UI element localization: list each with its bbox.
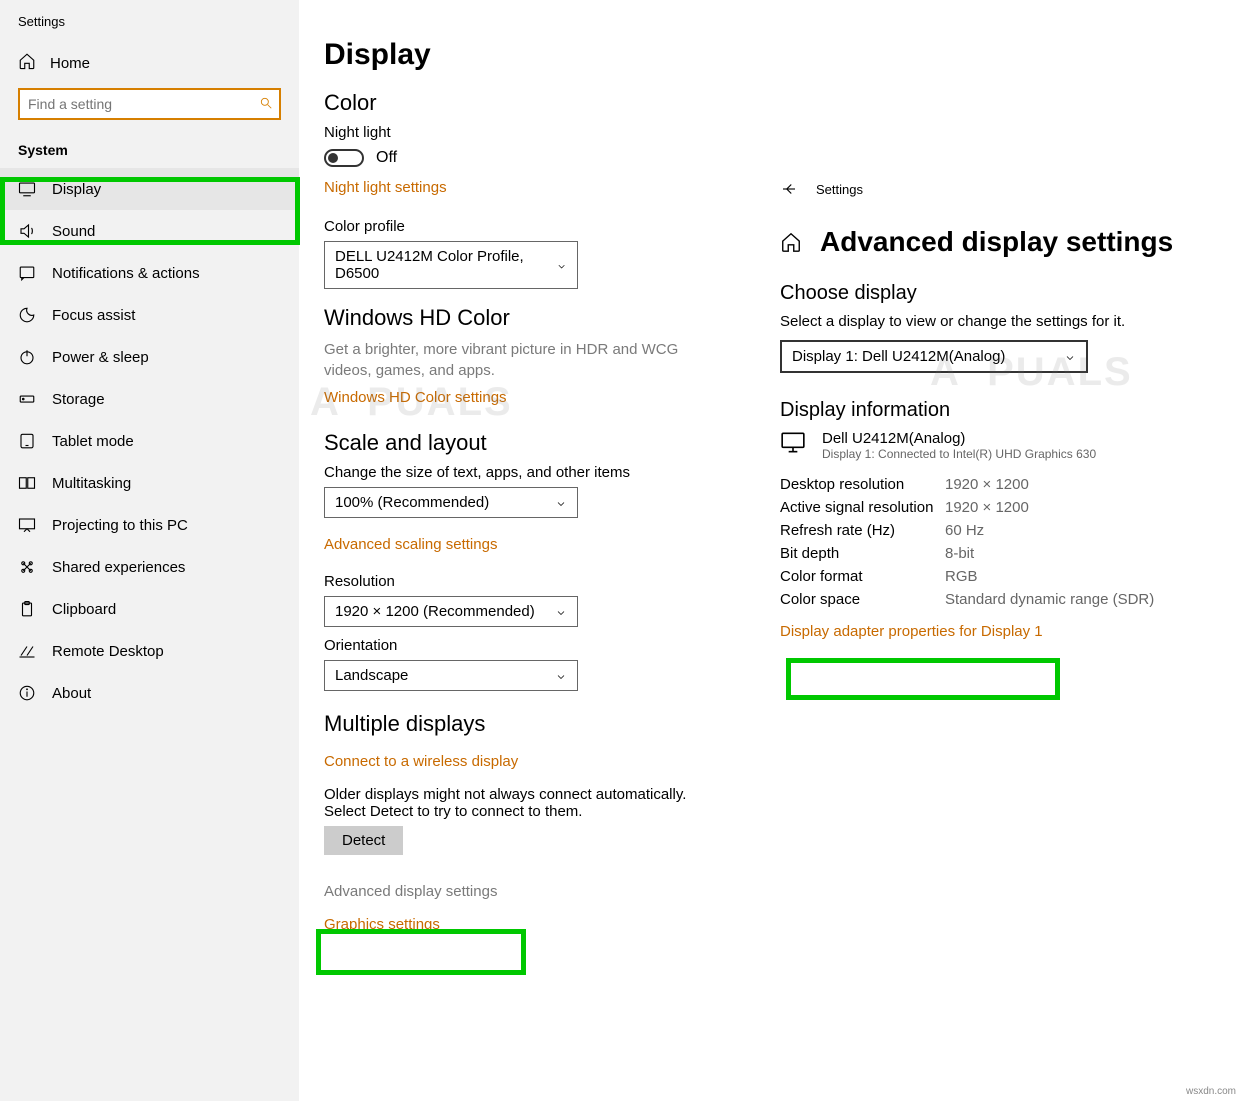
- sidebar-item-label: Sound: [52, 223, 95, 240]
- night-light-toggle[interactable]: [324, 149, 364, 167]
- info-row: Bit depth8-bit: [780, 542, 1230, 565]
- orientation-dropdown[interactable]: Landscape: [324, 660, 578, 691]
- back-arrow-icon[interactable]: [780, 180, 798, 198]
- scale-dropdown[interactable]: 100% (Recommended): [324, 487, 578, 518]
- sidebar-item-label: About: [52, 685, 91, 702]
- advanced-scaling-link[interactable]: Advanced scaling settings: [324, 536, 497, 553]
- sidebar-item-focus[interactable]: Focus assist: [0, 294, 299, 336]
- search-wrap: [18, 88, 281, 120]
- monitor-name: Dell U2412M(Analog): [822, 430, 1096, 447]
- choose-display-heading: Choose display: [780, 282, 1230, 305]
- sidebar-item-label: Remote Desktop: [52, 643, 164, 660]
- search-icon: [259, 96, 273, 110]
- sidebar-item-label: Display: [52, 181, 101, 198]
- info-row: Color spaceStandard dynamic range (SDR): [780, 588, 1230, 611]
- scale-value: 100% (Recommended): [335, 494, 489, 511]
- info-row: Refresh rate (Hz)60 Hz: [780, 519, 1230, 542]
- display-info-heading: Display information: [780, 399, 1230, 422]
- advanced-display-panel: Settings Advanced display settings Choos…: [780, 180, 1230, 648]
- display-select-dropdown[interactable]: Display 1: Dell U2412M(Analog): [780, 340, 1088, 373]
- detect-desc: Older displays might not always connect …: [324, 786, 724, 820]
- multi-heading: Multiple displays: [324, 711, 1212, 737]
- sidebar-item-label: Tablet mode: [52, 433, 134, 450]
- notifications-icon: [18, 264, 36, 282]
- graphics-settings-link[interactable]: Graphics settings: [324, 916, 440, 933]
- chevron-down-icon: [555, 606, 567, 618]
- color-profile-dropdown[interactable]: DELL U2412M Color Profile, D6500: [324, 241, 578, 289]
- sidebar-item-display[interactable]: Display: [0, 168, 299, 210]
- night-light-settings-link[interactable]: Night light settings: [324, 179, 447, 196]
- hd-desc: Get a brighter, more vibrant picture in …: [324, 339, 724, 381]
- sidebar-item-label: Projecting to this PC: [52, 517, 188, 534]
- sound-icon: [18, 222, 36, 240]
- resolution-dropdown[interactable]: 1920 × 1200 (Recommended): [324, 596, 578, 627]
- sidebar-item-tablet[interactable]: Tablet mode: [0, 420, 299, 462]
- monitor-icon: [780, 430, 806, 452]
- home-icon: [18, 52, 36, 70]
- section-system: System: [0, 136, 299, 168]
- resolution-value: 1920 × 1200 (Recommended): [335, 603, 535, 620]
- display-info-table: Desktop resolution1920 × 1200 Active sig…: [780, 473, 1230, 611]
- sidebar-item-label: Multitasking: [52, 475, 131, 492]
- night-light-label: Night light: [324, 124, 1212, 141]
- sidebar-item-storage[interactable]: Storage: [0, 378, 299, 420]
- back-label: Settings: [816, 182, 863, 197]
- power-icon: [18, 348, 36, 366]
- home-label: Home: [50, 55, 90, 72]
- color-profile-value: DELL U2412M Color Profile, D6500: [335, 248, 556, 282]
- home-button[interactable]: Home: [0, 39, 299, 82]
- page-title: Display: [324, 38, 1212, 72]
- projecting-icon: [18, 516, 36, 534]
- sidebar-item-notifications[interactable]: Notifications & actions: [0, 252, 299, 294]
- choose-display-sub: Select a display to view or change the s…: [780, 313, 1230, 330]
- chevron-down-icon: [1064, 351, 1076, 363]
- advanced-title: Advanced display settings: [820, 226, 1173, 258]
- home-icon[interactable]: [780, 231, 802, 253]
- sidebar-item-label: Focus assist: [52, 307, 135, 324]
- sidebar-item-power[interactable]: Power & sleep: [0, 336, 299, 378]
- chevron-down-icon: [555, 497, 567, 509]
- display-icon: [18, 180, 36, 198]
- sidebar: Settings Home System Display Sound Notif…: [0, 0, 300, 1101]
- multitasking-icon: [18, 474, 36, 492]
- connect-wireless-link[interactable]: Connect to a wireless display: [324, 753, 518, 770]
- sidebar-item-about[interactable]: About: [0, 672, 299, 714]
- adapter-properties-link[interactable]: Display adapter properties for Display 1: [780, 623, 1043, 640]
- info-row: Color formatRGB: [780, 565, 1230, 588]
- hd-color-link[interactable]: Windows HD Color settings: [324, 389, 507, 406]
- footer-credit: wsxdn.com: [1186, 1086, 1236, 1097]
- shared-icon: [18, 558, 36, 576]
- search-input[interactable]: [18, 88, 281, 120]
- detect-button[interactable]: Detect: [324, 826, 403, 855]
- storage-icon: [18, 390, 36, 408]
- advanced-display-link[interactable]: Advanced display settings: [324, 883, 497, 900]
- info-row: Active signal resolution1920 × 1200: [780, 496, 1230, 519]
- night-light-status: Off: [376, 149, 397, 167]
- sidebar-item-clipboard[interactable]: Clipboard: [0, 588, 299, 630]
- tablet-icon: [18, 432, 36, 450]
- window-title: Settings: [0, 10, 299, 39]
- sidebar-item-label: Notifications & actions: [52, 265, 200, 282]
- display-select-value: Display 1: Dell U2412M(Analog): [792, 348, 1005, 365]
- sidebar-item-shared[interactable]: Shared experiences: [0, 546, 299, 588]
- sidebar-item-multitasking[interactable]: Multitasking: [0, 462, 299, 504]
- sidebar-item-remote[interactable]: Remote Desktop: [0, 630, 299, 672]
- sidebar-item-projecting[interactable]: Projecting to this PC: [0, 504, 299, 546]
- sidebar-item-label: Shared experiences: [52, 559, 185, 576]
- chevron-down-icon: [555, 670, 567, 682]
- sidebar-item-label: Clipboard: [52, 601, 116, 618]
- focus-icon: [18, 306, 36, 324]
- chevron-down-icon: [556, 259, 567, 271]
- monitor-sub: Display 1: Connected to Intel(R) UHD Gra…: [822, 447, 1096, 461]
- color-heading: Color: [324, 90, 1212, 116]
- orientation-value: Landscape: [335, 667, 408, 684]
- about-icon: [18, 684, 36, 702]
- sidebar-item-sound[interactable]: Sound: [0, 210, 299, 252]
- clipboard-icon: [18, 600, 36, 618]
- info-row: Desktop resolution1920 × 1200: [780, 473, 1230, 496]
- remote-icon: [18, 642, 36, 660]
- sidebar-item-label: Power & sleep: [52, 349, 149, 366]
- sidebar-item-label: Storage: [52, 391, 105, 408]
